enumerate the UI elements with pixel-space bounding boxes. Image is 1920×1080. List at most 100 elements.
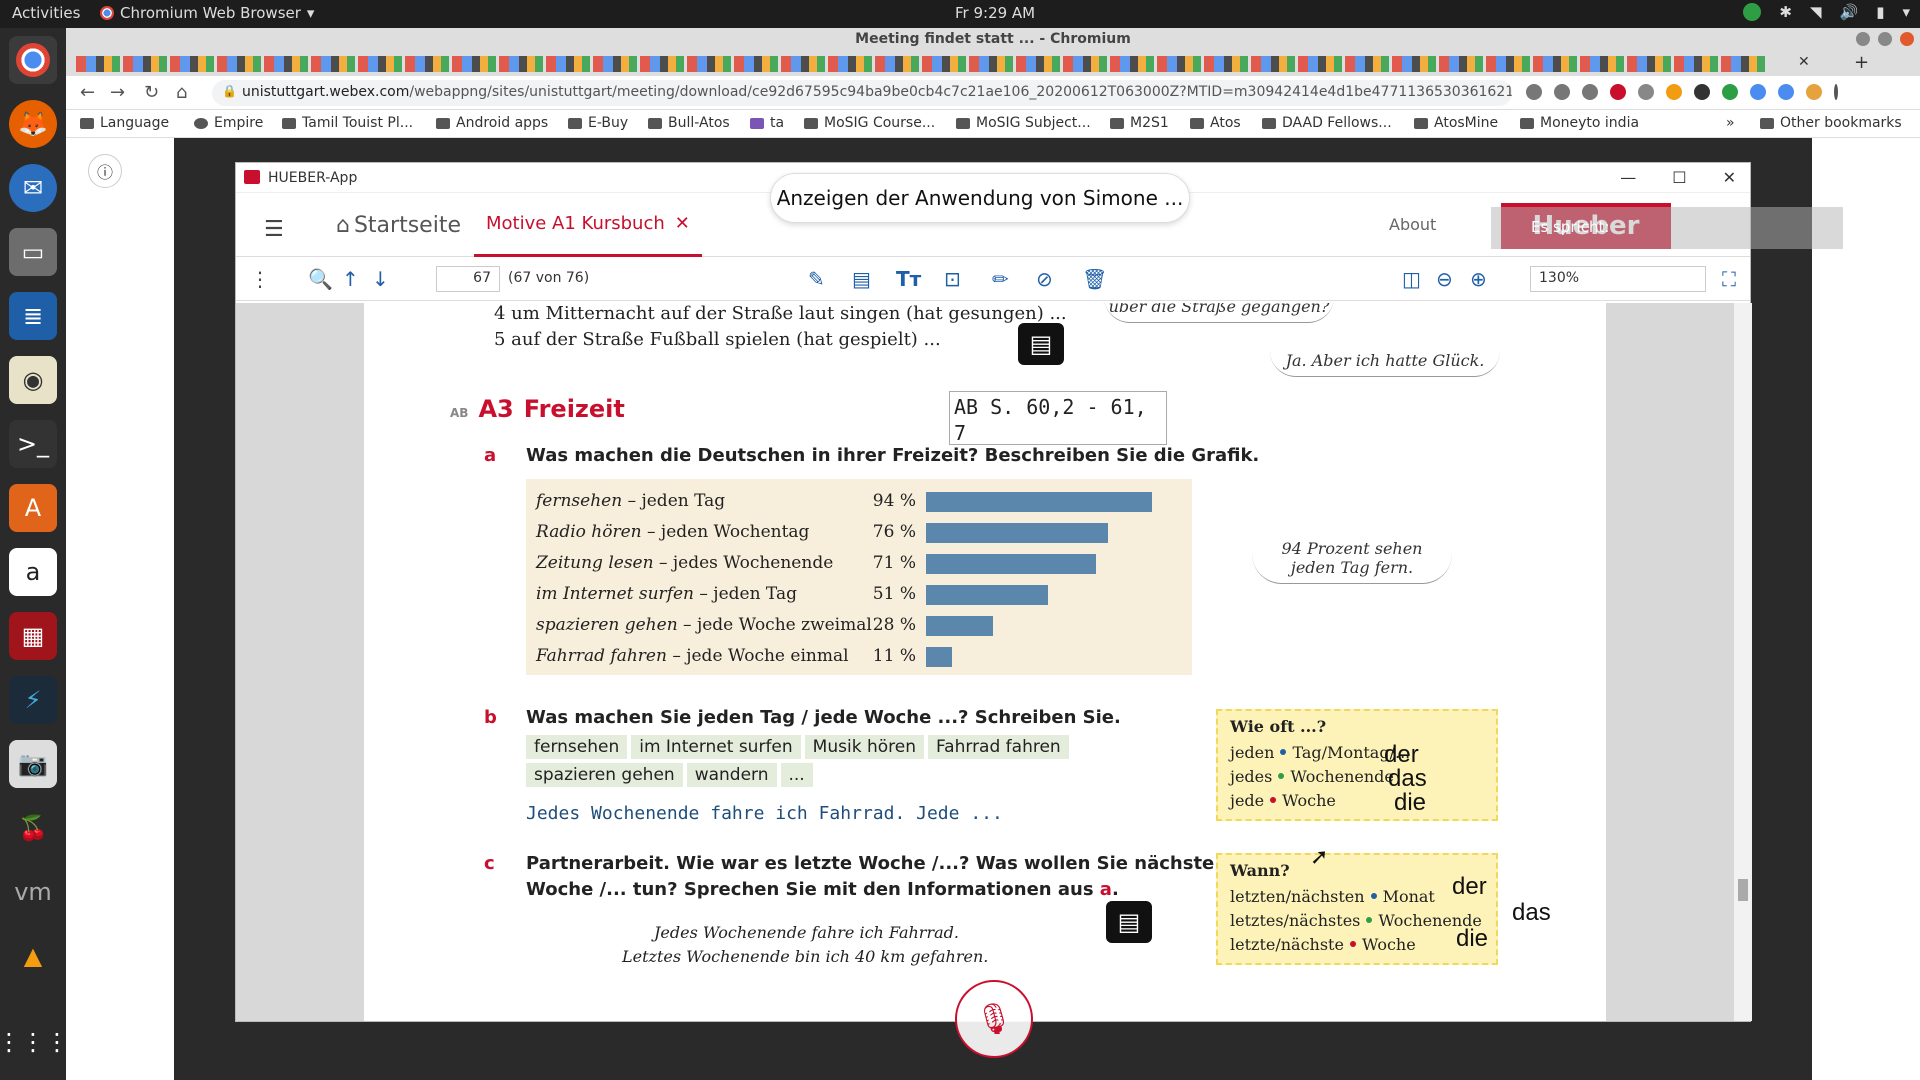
scrollbar-thumb[interactable]: [1738, 879, 1748, 901]
zoom-input[interactable]: 130%: [1530, 266, 1706, 292]
page-search-icon[interactable]: 🔍: [308, 267, 333, 291]
bookmark-item[interactable]: Empire: [194, 115, 263, 131]
extension-w-icon[interactable]: [1666, 84, 1682, 100]
new-tab-button[interactable]: +: [1854, 52, 1869, 73]
viewer-scrollbar[interactable]: [1734, 303, 1752, 1021]
bookmark-item[interactable]: Language: [80, 115, 169, 131]
maximize-icon[interactable]: ☐: [1672, 168, 1686, 187]
info-icon[interactable]: ⓘ: [88, 154, 122, 188]
page-number-input[interactable]: 67: [436, 266, 500, 292]
chromium-dock-icon[interactable]: [9, 36, 57, 84]
bookmark-item[interactable]: Bull-Atos: [648, 115, 730, 131]
comment-note-icon[interactable]: ▤: [1018, 323, 1064, 365]
comment-icon[interactable]: ▤: [852, 267, 871, 291]
extension-c-icon[interactable]: [1638, 84, 1654, 100]
thunderbird-icon[interactable]: ✉: [9, 164, 57, 212]
tab-course-book[interactable]: Motive A1 Kursbuch ✕: [474, 193, 702, 257]
book-page: 4 um Mitternacht auf der Straße laut sin…: [364, 303, 1606, 1021]
zoom-in-icon[interactable]: ⊕: [1470, 267, 1487, 291]
hamburger-menu-icon[interactable]: ☰: [264, 217, 284, 242]
text-tool-icon[interactable]: Tт: [896, 267, 921, 291]
task-b-text: Was machen Sie jeden Tag / jede Woche ..…: [526, 707, 1121, 728]
show-apps-icon[interactable]: ⋮⋮⋮: [0, 1018, 69, 1066]
close-tab-icon[interactable]: ✕: [675, 213, 690, 254]
bookmark-item[interactable]: MoSIG Subject...: [956, 115, 1091, 131]
close-tab-icon[interactable]: ✕: [1798, 54, 1810, 70]
forward-icon[interactable]: →: [110, 82, 125, 103]
bookmark-item[interactable]: Moneyto india: [1520, 115, 1639, 131]
bookmark-item[interactable]: E-Buy: [568, 115, 628, 131]
app-menu[interactable]: Chromium Web Browser ▾: [100, 4, 314, 22]
vmware-icon[interactable]: vm: [9, 868, 57, 916]
comment-note-icon[interactable]: ▤: [1106, 901, 1152, 943]
document-icon[interactable]: ≣: [9, 292, 57, 340]
star-icon[interactable]: [1582, 84, 1598, 100]
bookmarks-overflow-button[interactable]: »: [1726, 115, 1735, 131]
mute-microphone-button[interactable]: 🎙: [955, 980, 1033, 1058]
amazon-icon[interactable]: a: [9, 548, 57, 596]
bookmark-item[interactable]: Android apps: [436, 115, 548, 131]
camera-icon[interactable]: 📷: [9, 740, 57, 788]
other-bookmarks[interactable]: Other bookmarks: [1760, 115, 1902, 131]
pen-icon[interactable]: ✏: [992, 267, 1009, 291]
fullscreen-icon[interactable]: ⛶: [1722, 267, 1736, 291]
extension-blue-icon[interactable]: [1750, 84, 1766, 100]
files-icon[interactable]: ▭: [9, 228, 57, 276]
arrow-up-icon[interactable]: ↑: [342, 267, 359, 291]
home-icon[interactable]: ⌂: [176, 82, 187, 103]
clock[interactable]: Fr 9:29 AM: [955, 4, 1035, 22]
minimize-button[interactable]: [1856, 32, 1870, 46]
close-window-button[interactable]: [1900, 32, 1914, 46]
delete-icon[interactable]: 🗑: [1082, 267, 1107, 291]
more-vert-icon[interactable]: ⋮: [250, 267, 270, 291]
pinned-tab-favicons[interactable]: [76, 56, 1766, 72]
terminal-icon[interactable]: >_: [9, 420, 57, 468]
bookmark-item[interactable]: Atos: [1190, 115, 1241, 131]
screen-share-banner[interactable]: Anzeigen der Anwendung von Simone ...: [770, 173, 1190, 223]
maximize-button[interactable]: [1878, 32, 1892, 46]
leisure-bar-chart: fernsehen – jeden Tag 94 % Radio hören – j…: [526, 479, 1192, 675]
bookmark-item[interactable]: ta: [750, 115, 784, 131]
document-viewer[interactable]: 4 um Mitternacht auf der Straße laut sin…: [236, 303, 1752, 1021]
side-panel-icon[interactable]: ◫: [1402, 267, 1421, 291]
close-icon[interactable]: ✕: [1723, 168, 1736, 187]
menu-dots-icon[interactable]: [1834, 84, 1838, 100]
bookmark-item[interactable]: M2S1: [1110, 115, 1169, 131]
activities-button[interactable]: Activities: [12, 4, 80, 22]
zoom-out-icon[interactable]: ⊖: [1436, 267, 1453, 291]
camera-blocked-icon[interactable]: [1526, 84, 1542, 100]
minimize-icon[interactable]: —: [1620, 168, 1636, 187]
software-center-icon[interactable]: A: [9, 484, 57, 532]
remote-desktop-icon[interactable]: ▦: [9, 612, 57, 660]
bookmark-item[interactable]: MoSIG Course...: [804, 115, 935, 131]
chart-row: fernsehen – jeden Tag 94 %: [526, 487, 1192, 517]
extension-pin-icon[interactable]: [1778, 84, 1794, 100]
bookmark-item[interactable]: DAAD Fellows...: [1262, 115, 1392, 131]
cherry-icon[interactable]: 🍒: [9, 804, 57, 852]
home-link[interactable]: ⌂ Startseite: [336, 213, 461, 238]
window-titlebar: Meeting findet statt ... - Chromium: [66, 28, 1920, 52]
url-field[interactable]: 🔒 unistuttgart.webex.com/webappng/sites/…: [212, 80, 1512, 106]
translate-icon[interactable]: [1554, 84, 1570, 100]
grammarly-icon[interactable]: [1722, 84, 1738, 100]
system-monitor-icon[interactable]: ⚡: [9, 676, 57, 724]
text-box-icon[interactable]: ⊡: [944, 267, 961, 291]
system-tray[interactable]: ✱ ◥ 🔊 ▮ ▾: [1743, 3, 1910, 21]
window-title: Meeting findet statt ... - Chromium: [855, 31, 1131, 47]
about-link[interactable]: About: [1389, 215, 1436, 234]
arrow-down-icon[interactable]: ↓: [372, 267, 389, 291]
extension-dark-icon[interactable]: [1694, 84, 1710, 100]
rhythmbox-icon[interactable]: ◉: [9, 356, 57, 404]
back-icon[interactable]: ←: [80, 82, 95, 103]
vlc-icon[interactable]: ▲: [9, 932, 57, 980]
highlighter-icon[interactable]: ✎: [808, 267, 825, 291]
bookmark-item[interactable]: AtosMine: [1414, 115, 1498, 131]
bookmark-item[interactable]: Tamil Touist Pl...: [282, 115, 413, 131]
profile-avatar[interactable]: [1806, 84, 1822, 100]
chart-row: spazieren gehen – jede Woche zweimal 28 %: [526, 611, 1192, 641]
firefox-icon[interactable]: 🦊: [9, 100, 57, 148]
reload-icon[interactable]: ↻: [144, 82, 159, 103]
adblock-icon[interactable]: [1610, 84, 1626, 100]
hide-annotations-icon[interactable]: ⊘: [1036, 267, 1053, 291]
sticky-note-textbox[interactable]: AB S. 60,2 - 61, 7: [949, 391, 1167, 445]
